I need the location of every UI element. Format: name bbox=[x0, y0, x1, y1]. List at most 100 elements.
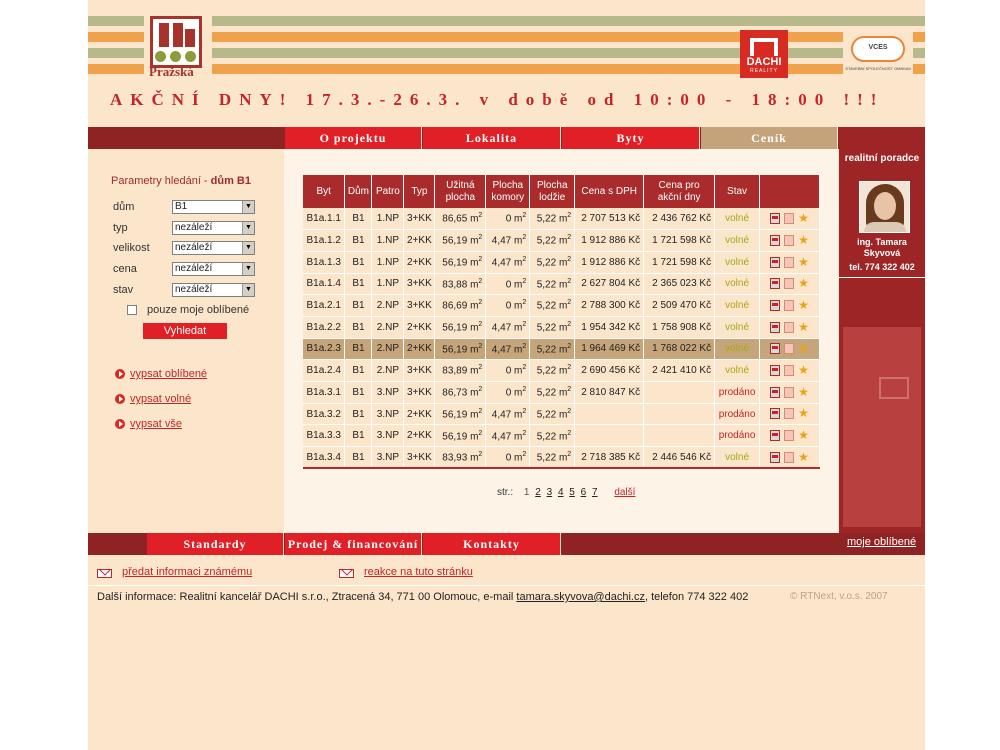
star-icon[interactable]: ★ bbox=[798, 364, 809, 376]
document-icon[interactable] bbox=[784, 234, 795, 246]
nav-tab-cenik[interactable]: Ceník bbox=[701, 127, 838, 149]
pdf-icon[interactable] bbox=[770, 278, 781, 290]
star-icon[interactable]: ★ bbox=[798, 451, 809, 463]
table-row[interactable]: B1a.3.3 B1 3.NP 2+KK 56,19 m2 4,47 m2 5,22 m2 p… bbox=[303, 424, 820, 448]
favorites-only-checkbox[interactable] bbox=[127, 305, 137, 315]
unit-exponent: 2 bbox=[567, 342, 572, 350]
cell-uzitna: 56,19 m2 bbox=[434, 403, 487, 426]
pdf-icon[interactable] bbox=[770, 213, 781, 225]
pdf-icon[interactable] bbox=[770, 430, 781, 442]
star-icon[interactable]: ★ bbox=[798, 342, 809, 354]
nav-tab-kontakty[interactable]: Kontakty bbox=[423, 533, 561, 555]
pdf-icon[interactable] bbox=[770, 234, 781, 246]
cell-value: 5,22 m bbox=[536, 344, 568, 356]
star-icon[interactable]: ★ bbox=[798, 321, 809, 333]
cena-select[interactable]: nezáleží ▼ bbox=[172, 262, 255, 276]
cell-dum: B1 bbox=[344, 424, 373, 448]
unit-exponent: 2 bbox=[522, 450, 527, 458]
nav-tab-lokalita[interactable]: Lokalita bbox=[423, 127, 561, 149]
pdf-icon[interactable] bbox=[770, 451, 781, 463]
nav-tab-o-projektu[interactable]: O projektu bbox=[285, 127, 422, 149]
document-icon[interactable] bbox=[784, 386, 795, 398]
page: Pražská DACHI REALITY VCES STAVEBNÍ SPOL… bbox=[88, 0, 925, 750]
table-row[interactable]: B1a.1.1 B1 1.NP 3+KK 86,65 m2 0 m2 5,22 m2 2 70… bbox=[303, 208, 820, 231]
unit-exponent: 2 bbox=[567, 429, 572, 437]
cell-stav: prodáno bbox=[714, 381, 761, 404]
pdf-icon[interactable] bbox=[770, 321, 781, 333]
pdf-icon[interactable] bbox=[770, 300, 781, 312]
advisor-name: ing. Tamara Skyvová bbox=[857, 237, 907, 258]
pager-page-link[interactable]: 6 bbox=[581, 487, 587, 498]
pager-next-link[interactable]: další bbox=[614, 487, 635, 498]
pager-page-link[interactable]: 5 bbox=[569, 487, 575, 498]
star-icon[interactable]: ★ bbox=[798, 212, 809, 224]
table-row[interactable]: B1a.2.1 B1 2.NP 3+KK 86,69 m2 0 m2 5,22 m2 2 78… bbox=[303, 294, 820, 317]
pdf-icon[interactable] bbox=[770, 343, 781, 355]
document-icon[interactable] bbox=[784, 365, 795, 377]
star-icon[interactable]: ★ bbox=[798, 429, 809, 441]
velikost-select[interactable]: nezáleží ▼ bbox=[172, 241, 255, 255]
table-row[interactable]: B1a.1.4 B1 1.NP 3+KK 83,88 m2 0 m2 5,22 m2 2 62… bbox=[303, 273, 820, 296]
cell-value: 3.NP bbox=[376, 451, 400, 463]
search-button[interactable]: Vyhledat bbox=[143, 323, 227, 339]
cell-komora: 4,47 m2 bbox=[485, 403, 531, 426]
stav-select[interactable]: nezáleží ▼ bbox=[172, 283, 255, 297]
document-icon[interactable] bbox=[784, 278, 795, 290]
table-row[interactable]: B1a.3.4 B1 3.NP 3+KK 83,93 m2 0 m2 5,22 m2 2 71… bbox=[303, 446, 820, 470]
cell-value: 5,22 m bbox=[536, 279, 568, 291]
pager-page-link[interactable]: 3 bbox=[547, 487, 553, 498]
nav-tab-prodej-financovani[interactable]: Prodej & financování bbox=[285, 533, 422, 555]
table-row[interactable]: B1a.3.1 B1 3.NP 3+KK 86,73 m2 0 m2 5,22 m2 2 81… bbox=[303, 381, 820, 404]
nav-tab-byty[interactable]: Byty bbox=[562, 127, 700, 149]
star-icon[interactable]: ★ bbox=[798, 256, 809, 268]
pager-page-link[interactable]: 2 bbox=[535, 487, 541, 498]
document-icon[interactable] bbox=[784, 256, 795, 268]
table-row[interactable]: B1a.1.3 B1 1.NP 2+KK 56,19 m2 4,47 m2 5,22 m2 1… bbox=[303, 251, 820, 274]
cell-typ: 3+KK bbox=[403, 208, 436, 231]
my-favorites-link[interactable]: moje oblíbené bbox=[847, 536, 916, 548]
cell-patro: 1.NP bbox=[371, 273, 405, 296]
document-icon[interactable] bbox=[784, 343, 795, 355]
table-body: B1a.1.1 B1 1.NP 3+KK 86,65 m2 0 m2 5,22 m2 2 70… bbox=[303, 208, 820, 470]
table-row[interactable]: B1a.2.4 B1 2.NP 3+KK 83,89 m2 0 m2 5,22 m2 2 69… bbox=[303, 359, 820, 382]
star-icon[interactable]: ★ bbox=[798, 277, 809, 289]
select-value: nezáleží bbox=[175, 263, 213, 274]
col-header-akce: Cena pro akční dny bbox=[643, 175, 716, 208]
star-icon[interactable]: ★ bbox=[798, 299, 809, 311]
prazska-logo[interactable]: Pražská bbox=[144, 8, 212, 80]
vces-logo[interactable]: VCES STAVEBNÍ SPOLEČNOST OMNIUM bbox=[843, 30, 913, 74]
pdf-icon[interactable] bbox=[770, 408, 781, 420]
table-row[interactable]: B1a.2.2 B1 2.NP 2+KK 56,19 m2 4,47 m2 5,22 m2 1… bbox=[303, 316, 820, 339]
cell-komora: 0 m2 bbox=[485, 208, 531, 231]
footer-email-link[interactable]: tamara.skyvova@dachi.cz bbox=[516, 591, 645, 603]
pdf-icon[interactable] bbox=[770, 386, 781, 398]
star-icon[interactable]: ★ bbox=[798, 386, 809, 398]
pager-page-link[interactable]: 7 bbox=[592, 487, 598, 498]
dum-select[interactable]: B1 ▼ bbox=[172, 200, 255, 214]
document-icon[interactable] bbox=[784, 213, 795, 225]
star-icon[interactable]: ★ bbox=[798, 407, 809, 419]
unit-exponent: 2 bbox=[478, 364, 483, 372]
pdf-icon[interactable] bbox=[770, 256, 781, 268]
document-icon[interactable] bbox=[784, 300, 795, 312]
pdf-icon[interactable] bbox=[770, 365, 781, 377]
document-icon[interactable] bbox=[784, 430, 795, 442]
play-icon bbox=[115, 419, 125, 429]
cell-komora: 4,47 m2 bbox=[485, 229, 531, 252]
document-icon[interactable] bbox=[784, 408, 795, 420]
star-icon[interactable]: ★ bbox=[798, 234, 809, 246]
cell-cena: 2 690 456 Kč bbox=[574, 359, 645, 382]
document-icon[interactable] bbox=[784, 321, 795, 333]
table-row[interactable]: B1a.1.2 B1 1.NP 2+KK 56,19 m2 4,47 m2 5,22 m2 1… bbox=[303, 229, 820, 252]
table-row[interactable]: B1a.2.3 B1 2.NP 2+KK 56,19 m2 4,47 m2 5,22 m2 1… bbox=[303, 338, 820, 361]
nav-tab-standardy[interactable]: Standardy bbox=[147, 533, 284, 555]
dachi-logo[interactable]: DACHI REALITY bbox=[740, 30, 788, 78]
pager-current-page: 1 bbox=[523, 487, 530, 498]
typ-select[interactable]: nezáleží ▼ bbox=[172, 221, 255, 235]
table-row[interactable]: B1a.3.2 B1 3.NP 2+KK 56,19 m2 4,47 m2 5,22 m2 p… bbox=[303, 403, 820, 426]
cell-lodzie: 5,22 m2 bbox=[529, 251, 576, 274]
document-icon[interactable] bbox=[784, 451, 795, 463]
cell-actions: ★ bbox=[759, 381, 820, 404]
cell-value: 3+KK bbox=[407, 300, 432, 312]
pager-page-link[interactable]: 4 bbox=[558, 487, 564, 498]
